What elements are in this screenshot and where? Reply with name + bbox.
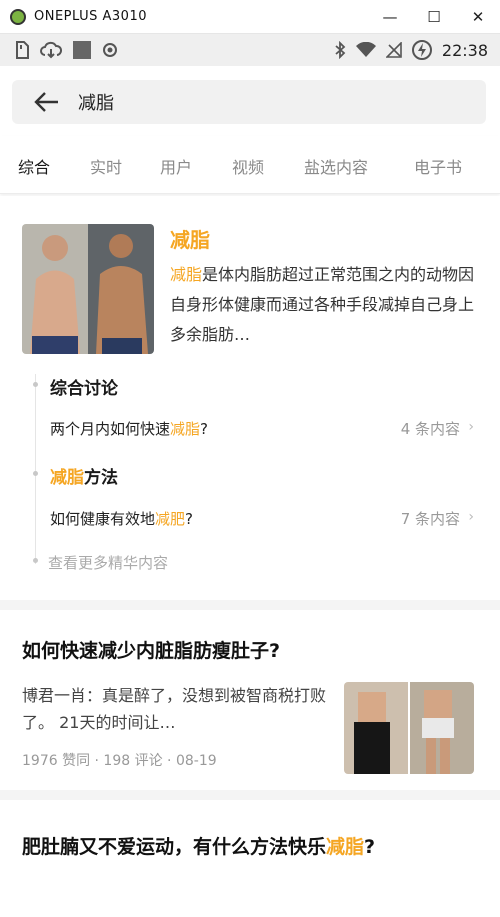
article-title[interactable]: 如何快速减少内脏脂肪瘦肚子? xyxy=(22,636,478,663)
title-text: 肥肚腩又不爱运动，有什么方法快乐 xyxy=(22,836,327,858)
heading-highlight: 减脂 xyxy=(50,468,84,488)
discussion-row[interactable]: 两个月内如何快速减脂? 4 条内容 › xyxy=(50,418,474,439)
tab-salt-content[interactable]: 盐选内容 xyxy=(304,154,368,178)
app-logo-icon xyxy=(10,8,26,25)
bluetooth-icon xyxy=(335,41,346,59)
search-query[interactable]: 减脂 xyxy=(78,89,114,115)
desc-highlight: 减脂 xyxy=(170,265,203,284)
title-highlight: 减脂 xyxy=(326,836,365,858)
divider xyxy=(0,600,500,610)
timeline-dot xyxy=(33,471,38,476)
article-summary: 博君一肖：真是醉了，没想到被智商税打败了。 21天的时间让… xyxy=(22,686,327,732)
divider xyxy=(0,790,500,800)
article-meta: 1976 赞同 · 198 评论 · 08-19 xyxy=(22,753,217,769)
timeline-dot xyxy=(33,558,38,563)
back-arrow-icon[interactable] xyxy=(34,89,60,115)
timeline-dot xyxy=(33,382,38,387)
wifi-icon xyxy=(355,42,376,57)
chevron-right-icon: › xyxy=(468,509,474,525)
timeline-line xyxy=(35,374,36,564)
title-suffix: ? xyxy=(364,836,376,858)
minimize-button[interactable]: — xyxy=(368,0,412,34)
row-suffix: ? xyxy=(185,510,193,528)
article-card[interactable]: 如何快速减少内脏脂肪瘦肚子? 博君一肖：真是醉了，没想到被智商税打败了。 21天… xyxy=(0,610,500,790)
tab-users[interactable]: 用户 xyxy=(160,154,192,178)
article-card[interactable]: 肥肚腩又不爱运动，有什么方法快乐减脂? xyxy=(0,800,500,917)
content-count: 7 条内容 xyxy=(400,510,460,528)
row-highlight: 减脂 xyxy=(170,420,201,438)
tab-videos[interactable]: 视频 xyxy=(232,154,264,178)
window-titlebar: ONEPLUS A3010 — ☐ ✕ xyxy=(0,0,500,34)
clock-time: 22:38 xyxy=(441,40,488,60)
article-thumbnail[interactable] xyxy=(344,682,474,774)
section-heading-methods: 减脂方法 xyxy=(50,463,118,488)
row-highlight: 减肥 xyxy=(155,510,186,528)
close-button[interactable]: ✕ xyxy=(456,0,500,34)
row-text: 两个月内如何快速 xyxy=(50,420,171,438)
tab-general[interactable]: 综合 xyxy=(18,154,50,178)
topic-image xyxy=(22,224,154,354)
topic-title[interactable]: 减脂 xyxy=(170,224,210,253)
topic-description: 减脂是体内脂肪超过正常范围之内的动物因自身形体健康而通过各种手段减掉自己身上多余… xyxy=(170,260,480,352)
view-more-link[interactable]: 查看更多精华内容 xyxy=(48,552,168,573)
sd-card-icon xyxy=(16,41,29,59)
status-bar: 22:38 xyxy=(0,34,500,66)
desc-text: 是体内脂肪超过正常范围之内的动物因自身形体健康而通过各种手段减掉自己身上多余脂肪… xyxy=(170,265,475,344)
row-suffix: ? xyxy=(200,420,208,438)
record-icon xyxy=(103,43,117,57)
section-heading-discussion: 综合讨论 xyxy=(50,379,118,399)
heading-rest: 方法 xyxy=(84,468,118,488)
cloud-download-icon xyxy=(40,41,62,59)
tab-realtime[interactable]: 实时 xyxy=(90,154,122,178)
row-text: 如何健康有效地 xyxy=(50,510,156,528)
search-header: 减脂 xyxy=(0,66,500,136)
search-tabs: 综合 实时 用户 视频 盐选内容 电子书 xyxy=(0,136,500,194)
battery-charging-icon xyxy=(411,40,432,60)
maximize-button[interactable]: ☐ xyxy=(412,0,456,34)
methods-row[interactable]: 如何健康有效地减肥? 7 条内容 › xyxy=(50,508,474,529)
content-count: 4 条内容 xyxy=(400,420,460,438)
no-signal-icon xyxy=(385,42,402,58)
search-bar[interactable]: 减脂 xyxy=(12,80,486,124)
app-square-icon xyxy=(73,41,91,59)
tab-ebooks[interactable]: 电子书 xyxy=(414,154,462,178)
window-title: ONEPLUS A3010 xyxy=(34,9,147,24)
topic-wiki-card[interactable]: 减脂 减脂是体内脂肪超过正常范围之内的动物因自身形体健康而通过各种手段减掉自己身… xyxy=(0,196,500,600)
chevron-right-icon: › xyxy=(468,419,474,435)
article-title[interactable]: 肥肚腩又不爱运动，有什么方法快乐减脂? xyxy=(22,830,478,865)
